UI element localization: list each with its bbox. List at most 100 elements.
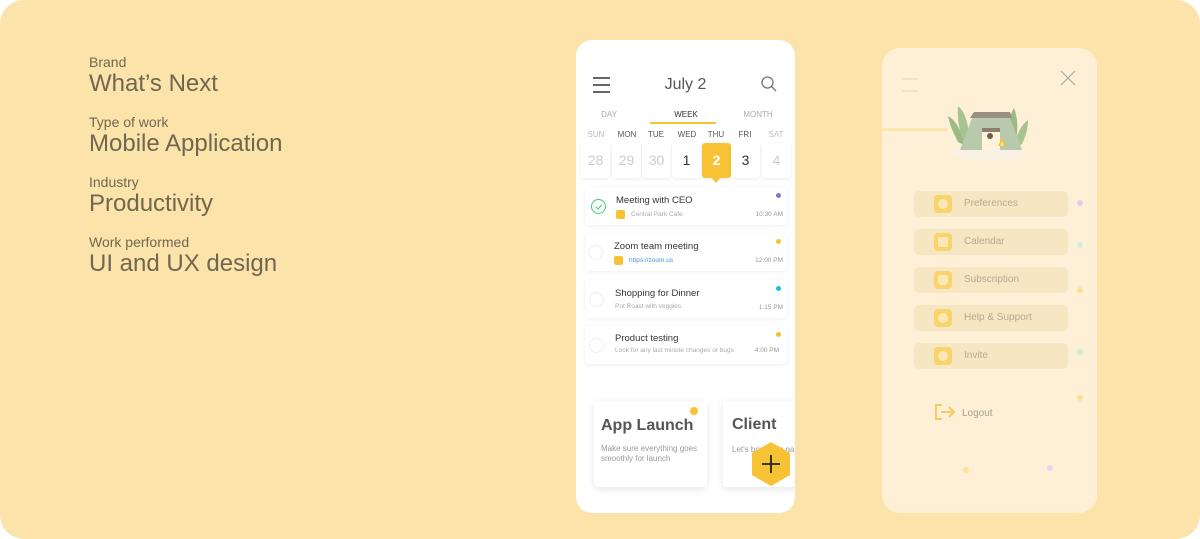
- menu-item-preferences[interactable]: Preferences: [914, 191, 1068, 217]
- event-title: Shopping for Dinner: [615, 288, 700, 299]
- info-value: UI and UX design: [89, 250, 278, 277]
- camping-tent-illustration: [948, 106, 1028, 160]
- event-time: 10:30 AM: [755, 211, 783, 218]
- project-color-dot: [690, 407, 698, 415]
- event-title: Product testing: [615, 333, 679, 344]
- menu-item-label: Subscription: [964, 274, 1020, 285]
- project-description-line: Make sure everything goes: [601, 444, 698, 453]
- event-item[interactable]: Shopping for Dinner Pot Roast with veggi…: [585, 280, 787, 318]
- checkbox-icon[interactable]: [589, 338, 604, 353]
- faded-menu-icon: [902, 78, 918, 92]
- project-description: Make sure everything goes smoothly for l…: [601, 444, 705, 464]
- info-label: Work performed: [89, 234, 190, 250]
- weekday-label: TUE: [648, 130, 664, 139]
- faded-color-dot: [1077, 200, 1083, 206]
- project-info: Brand What’s Next Type of work Mobile Ap…: [89, 54, 282, 294]
- event-title: Meeting with CEO: [616, 195, 693, 206]
- faded-color-dot: [1047, 465, 1053, 471]
- faded-color-dot: [1077, 287, 1083, 293]
- info-value: Productivity: [89, 190, 214, 217]
- event-location: Central Park Cafe: [631, 211, 683, 218]
- event-subtitle: Central Park Cafe: [616, 210, 683, 219]
- project-title: App Launch: [601, 417, 694, 434]
- event-subtitle: Pot Roast with veggies: [615, 303, 682, 310]
- preferences-icon: [934, 195, 952, 213]
- weekday-label: FRI: [738, 130, 752, 139]
- info-brand: Brand What’s Next: [89, 54, 282, 98]
- invite-icon: [934, 347, 952, 365]
- day-cell-selected[interactable]: 2: [702, 143, 731, 183]
- event-color-dot: [776, 332, 781, 337]
- add-button[interactable]: [750, 441, 792, 487]
- event-color-dot: [776, 193, 781, 198]
- link-icon: [614, 256, 623, 265]
- logout-icon: [935, 404, 956, 420]
- weekday-label: SAT: [768, 130, 784, 139]
- menu-item-help-support[interactable]: Help & Support: [914, 305, 1068, 331]
- info-value: Mobile Application: [89, 130, 283, 157]
- faded-color-dot: [1077, 242, 1083, 248]
- event-color-dot: [776, 286, 781, 291]
- event-color-dot: [776, 239, 781, 244]
- day-cell[interactable]: 28: [581, 143, 610, 178]
- search-icon[interactable]: [760, 75, 778, 93]
- menu-item-subscription[interactable]: Subscription: [914, 267, 1068, 293]
- event-title: Zoom team meeting: [614, 241, 699, 252]
- day-cell[interactable]: 3: [731, 143, 760, 178]
- calendar-phone-screen: July 2 DAY WEEK MONTH SUN MON TUE WED TH…: [576, 40, 795, 513]
- menu-item-label: Preferences: [964, 198, 1018, 209]
- active-tab-indicator: [650, 122, 716, 124]
- day-cell[interactable]: 4: [762, 143, 791, 178]
- project-title: Client: [732, 416, 777, 433]
- checkbox-icon[interactable]: [589, 292, 604, 307]
- menu-item-calendar[interactable]: Calendar: [914, 229, 1068, 255]
- weekday-label: WED: [677, 130, 697, 139]
- event-item[interactable]: Zoom team meeting https://zoom.us 12:00 …: [585, 233, 787, 271]
- faded-color-dot: [963, 467, 969, 473]
- project-description-line: smoothly for launch: [601, 454, 671, 463]
- faded-color-dot: [1077, 349, 1083, 355]
- help-icon: [934, 309, 952, 327]
- weekday-label: SUN: [587, 130, 605, 139]
- checkbox-icon[interactable]: [588, 245, 603, 260]
- info-industry: Industry Productivity: [89, 174, 282, 218]
- menu-item-label: Help & Support: [964, 312, 1032, 323]
- tab-day[interactable]: DAY: [592, 110, 626, 119]
- event-time: 4:00 PM: [754, 347, 779, 354]
- info-label: Industry: [89, 174, 139, 190]
- event-item[interactable]: Meeting with CEO Central Park Cafe 10:30…: [585, 187, 787, 225]
- faded-color-dot: [1077, 395, 1083, 401]
- event-link[interactable]: https://zoom.us: [629, 257, 673, 264]
- subscription-icon: [934, 271, 952, 289]
- weekday-label: MON: [617, 130, 637, 139]
- logout-button[interactable]: Logout: [934, 400, 1054, 424]
- info-label: Brand: [89, 54, 127, 70]
- tab-week[interactable]: WEEK: [666, 110, 706, 119]
- event-time: 1:15 PM: [758, 304, 783, 311]
- info-work-performed: Work performed UI and UX design: [89, 234, 282, 278]
- menu-item-invite[interactable]: Invite: [914, 343, 1068, 369]
- menu-item-label: Calendar: [964, 236, 1005, 247]
- weekday-label: THU: [707, 130, 725, 139]
- close-icon[interactable]: [1059, 69, 1077, 87]
- project-card[interactable]: App Launch Make sure everything goes smo…: [594, 401, 707, 487]
- location-pin-icon: [616, 210, 625, 219]
- logout-label: Logout: [962, 408, 993, 419]
- day-cell[interactable]: 29: [612, 143, 641, 178]
- tab-month[interactable]: MONTH: [736, 110, 780, 119]
- event-subtitle: Look for any last minute changes or bugs: [615, 347, 734, 354]
- faded-tab-indicator: [882, 128, 948, 131]
- event-time: 12:00 PM: [755, 257, 783, 264]
- calendar-icon: [934, 233, 952, 251]
- info-value: What’s Next: [89, 70, 218, 97]
- completed-check-icon[interactable]: [591, 199, 606, 214]
- event-item[interactable]: Product testing Look for any last minute…: [585, 326, 787, 364]
- side-menu-phone-screen: Preferences Calendar Subscription Help &…: [882, 48, 1097, 513]
- day-cell[interactable]: 1: [672, 143, 701, 178]
- portfolio-canvas: Brand What’s Next Type of work Mobile Ap…: [0, 0, 1200, 539]
- day-strip: 28 29 30 1 2 3 4: [580, 143, 794, 183]
- event-subtitle: https://zoom.us: [614, 256, 673, 265]
- info-type-of-work: Type of work Mobile Application: [89, 114, 282, 158]
- day-cell[interactable]: 30: [642, 143, 671, 178]
- menu-item-label: Invite: [964, 350, 988, 361]
